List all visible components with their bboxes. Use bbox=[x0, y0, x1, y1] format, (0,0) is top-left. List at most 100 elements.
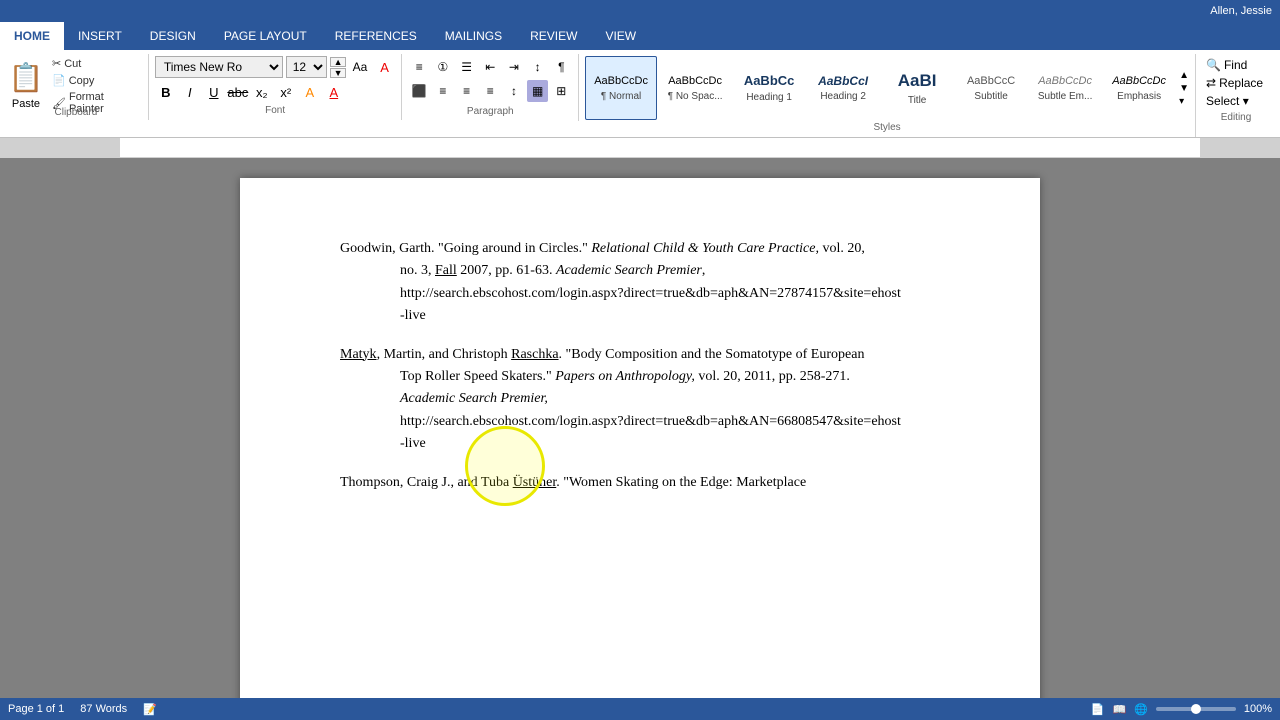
align-center-button[interactable]: ≡ bbox=[432, 80, 454, 102]
style-heading2[interactable]: AaBbCcI Heading 2 bbox=[807, 56, 879, 120]
tab-page-layout[interactable]: PAGE LAYOUT bbox=[210, 22, 321, 50]
font-color-button[interactable]: A bbox=[323, 81, 345, 103]
tab-view[interactable]: VIEW bbox=[591, 22, 650, 50]
tab-design[interactable]: DESIGN bbox=[136, 22, 210, 50]
cut-label: Cut bbox=[64, 58, 81, 70]
style-heading2-preview: AaBbCcI bbox=[818, 74, 868, 90]
style-emphasis[interactable]: AaBbCcDc Emphasis bbox=[1103, 56, 1175, 120]
style-subtle-em[interactable]: AaBbCcDc Subtle Em... bbox=[1029, 56, 1101, 120]
style-title-preview: AaBI bbox=[898, 70, 937, 92]
change-case-button[interactable]: Aa bbox=[349, 56, 371, 78]
align-right-button[interactable]: ≡ bbox=[456, 80, 478, 102]
font-group: Times New Ro 12 ▲ ▼ Aa A B I U abc x₂ x²… bbox=[149, 54, 403, 120]
numbering-button[interactable]: ① bbox=[432, 56, 454, 78]
line-spacing-button[interactable]: ↕ bbox=[503, 80, 525, 102]
tab-home[interactable]: HOME bbox=[0, 22, 64, 50]
superscript-button[interactable]: x² bbox=[275, 81, 297, 103]
view-print-icon[interactable]: 📄 bbox=[1091, 703, 1105, 716]
paragraph-row2: ⬛ ≡ ≡ ≡ ↕ ▦ ⊞ bbox=[408, 80, 572, 102]
justify-button[interactable]: ≡ bbox=[479, 80, 501, 102]
style-normal-preview: AaBbCcDc bbox=[594, 74, 648, 88]
ruler-right-margin bbox=[1200, 138, 1280, 157]
tab-insert[interactable]: INSERT bbox=[64, 22, 136, 50]
style-emphasis-label: Emphasis bbox=[1117, 91, 1161, 102]
tab-references[interactable]: REFERENCES bbox=[321, 22, 431, 50]
cut-icon: ✂ bbox=[52, 57, 61, 70]
style-no-spacing[interactable]: AaBbCcDc ¶ No Spac... bbox=[659, 56, 731, 120]
italic-button[interactable]: I bbox=[179, 81, 201, 103]
shading-button[interactable]: ▦ bbox=[527, 80, 549, 102]
font-size-decrease-button[interactable]: ▼ bbox=[330, 68, 346, 78]
track-changes-icon: 📝 bbox=[143, 703, 157, 716]
align-left-button[interactable]: ⬛ bbox=[408, 80, 430, 102]
fall-link[interactable]: Fall bbox=[435, 263, 457, 278]
reference-1-url: http://search.ebscohost.com/login.aspx?d… bbox=[340, 283, 940, 305]
reference-1-cont: no. 3, Fall 2007, pp. 61-63. Academic Se… bbox=[340, 260, 940, 282]
subscript-button[interactable]: x₂ bbox=[251, 81, 273, 103]
reference-1-url-end: -live bbox=[340, 305, 940, 327]
styles-scroll-down[interactable]: ▼ bbox=[1179, 83, 1189, 94]
document-page: Goodwin, Garth. "Going around in Circles… bbox=[240, 178, 1040, 698]
word-count: 87 Words bbox=[80, 703, 127, 715]
matyk-link[interactable]: Matyk bbox=[340, 347, 377, 362]
increase-indent-button[interactable]: ⇥ bbox=[503, 56, 525, 78]
replace-label: Replace bbox=[1219, 76, 1263, 90]
user-name: Allen, Jessie bbox=[1210, 5, 1272, 17]
reference-2-url-end: -live bbox=[340, 433, 940, 455]
ruler-left-margin bbox=[0, 138, 120, 157]
clear-formatting-button[interactable]: A bbox=[374, 56, 396, 78]
copy-icon: 📄 bbox=[52, 74, 66, 87]
styles-gallery: AaBbCcDc ¶ Normal AaBbCcDc ¶ No Spac... … bbox=[585, 56, 1189, 120]
status-right: 📄 📖 🌐 100% bbox=[1091, 703, 1272, 716]
font-name-select[interactable]: Times New Ro bbox=[155, 56, 283, 78]
view-read-icon[interactable]: 📖 bbox=[1112, 703, 1126, 716]
bullets-button[interactable]: ≡ bbox=[408, 56, 430, 78]
document-text[interactable]: Goodwin, Garth. "Going around in Circles… bbox=[340, 238, 940, 494]
styles-more[interactable]: ▾ bbox=[1179, 96, 1189, 107]
sort-button[interactable]: ↕ bbox=[527, 56, 549, 78]
show-hide-button[interactable]: ¶ bbox=[550, 56, 572, 78]
font-size-increase-button[interactable]: ▲ bbox=[330, 57, 346, 67]
status-bar: Page 1 of 1 87 Words 📝 📄 📖 🌐 100% bbox=[0, 698, 1280, 720]
tab-review[interactable]: REVIEW bbox=[516, 22, 591, 50]
style-subtitle[interactable]: AaBbCcC Subtitle bbox=[955, 56, 1027, 120]
decrease-indent-button[interactable]: ⇤ bbox=[479, 56, 501, 78]
ribbon-content: 📋 Paste ✂ Cut 📄 Copy 🖌 Format Painter Cl… bbox=[0, 50, 1280, 138]
multilevel-list-button[interactable]: ☰ bbox=[456, 56, 478, 78]
strikethrough-button[interactable]: abc bbox=[227, 81, 249, 103]
page-indicator: Page 1 of 1 bbox=[8, 703, 64, 715]
style-title[interactable]: AaBI Title bbox=[881, 56, 953, 120]
cut-button[interactable]: ✂ Cut bbox=[50, 56, 142, 71]
borders-button[interactable]: ⊞ bbox=[550, 80, 572, 102]
font-row1: Times New Ro 12 ▲ ▼ Aa A bbox=[155, 56, 396, 78]
styles-scroll-up[interactable]: ▲ bbox=[1179, 70, 1189, 81]
clipboard-group-label: Clipboard bbox=[4, 105, 148, 118]
style-subtitle-label: Subtitle bbox=[974, 91, 1007, 102]
bold-button[interactable]: B bbox=[155, 81, 177, 103]
replace-button[interactable]: ⇄ Replace bbox=[1202, 74, 1270, 92]
styles-scroll-buttons: ▲ ▼ ▾ bbox=[1179, 70, 1189, 107]
font-size-buttons: ▲ ▼ bbox=[330, 57, 346, 78]
style-subtitle-preview: AaBbCcC bbox=[967, 74, 1015, 88]
ribbon-tabs: HOME INSERT DESIGN PAGE LAYOUT REFERENCE… bbox=[0, 22, 1280, 50]
reference-1-first-line: Goodwin, Garth. "Going around in Circles… bbox=[340, 238, 940, 260]
ustuner-link[interactable]: Üstüner bbox=[513, 475, 557, 490]
select-button[interactable]: Select ▾ bbox=[1202, 92, 1270, 110]
clipboard-group: 📋 Paste ✂ Cut 📄 Copy 🖌 Format Painter Cl… bbox=[4, 54, 149, 120]
tab-mailings[interactable]: MAILINGS bbox=[431, 22, 516, 50]
paragraph-group: ≡ ① ☰ ⇤ ⇥ ↕ ¶ ⬛ ≡ ≡ ≡ ↕ ▦ ⊞ Paragraph bbox=[402, 54, 579, 121]
style-heading1-preview: AaBbCc bbox=[744, 73, 795, 90]
font-size-select[interactable]: 12 bbox=[286, 56, 327, 78]
zoom-slider[interactable] bbox=[1156, 707, 1236, 711]
paste-icon: 📋 bbox=[8, 56, 44, 98]
style-normal[interactable]: AaBbCcDc ¶ Normal bbox=[585, 56, 657, 120]
text-highlight-button[interactable]: A bbox=[299, 81, 321, 103]
find-button[interactable]: 🔍 Find bbox=[1202, 56, 1270, 74]
style-subtle-em-preview: AaBbCcDc bbox=[1038, 74, 1092, 88]
style-heading1[interactable]: AaBbCc Heading 1 bbox=[733, 56, 805, 120]
raschka-link[interactable]: Raschka bbox=[511, 347, 558, 362]
copy-button[interactable]: 📄 Copy bbox=[50, 73, 142, 88]
underline-button[interactable]: U bbox=[203, 81, 225, 103]
reference-1: Goodwin, Garth. "Going around in Circles… bbox=[340, 238, 940, 328]
view-web-icon[interactable]: 🌐 bbox=[1134, 703, 1148, 716]
